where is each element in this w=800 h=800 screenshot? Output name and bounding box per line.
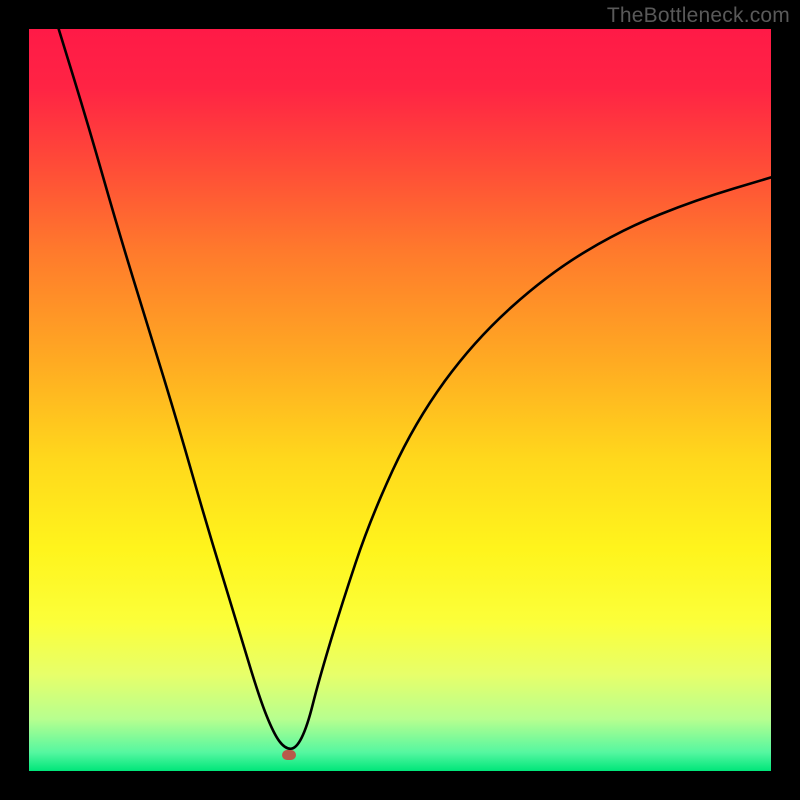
optimal-point-marker (282, 750, 296, 760)
plot-area (29, 29, 771, 771)
chart-frame: TheBottleneck.com (0, 0, 800, 800)
bottleneck-curve (29, 29, 771, 771)
watermark-text: TheBottleneck.com (607, 4, 790, 28)
